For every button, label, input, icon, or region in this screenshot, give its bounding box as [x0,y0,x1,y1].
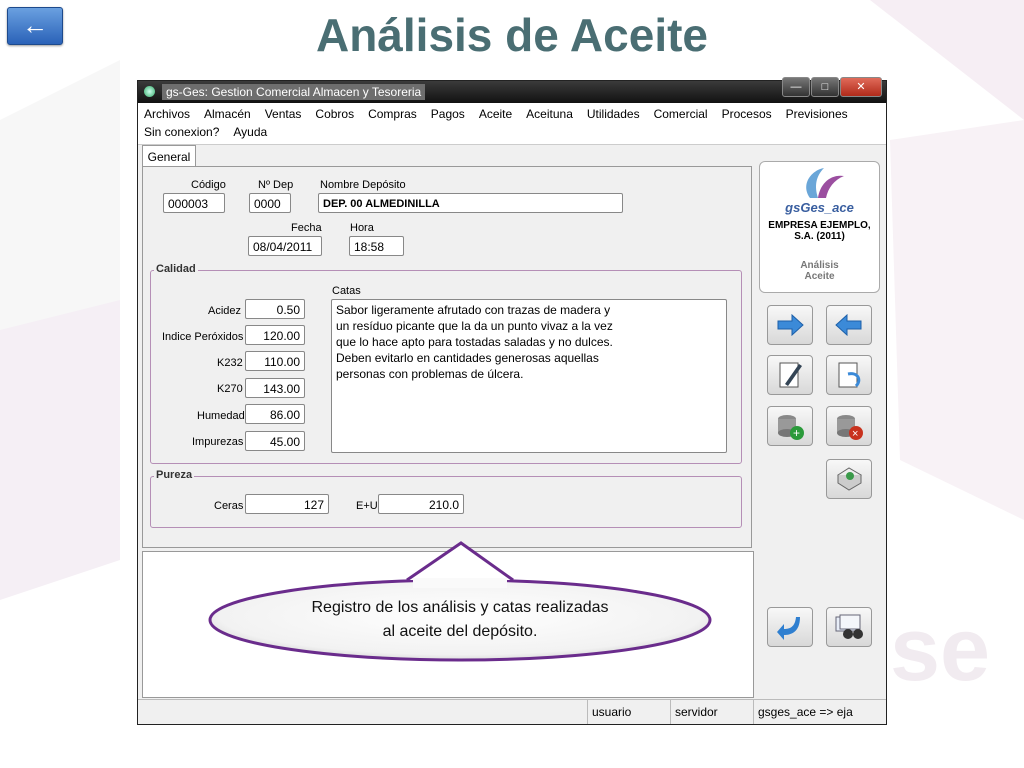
ceras-field[interactable]: 127 [245,494,329,514]
add-record-button[interactable]: + [767,406,813,446]
codigo-label: Código [191,179,226,191]
eu-field[interactable]: 210.0 [378,494,464,514]
return-icon [777,617,800,640]
print-icon [837,467,862,491]
catas-label: Catas [332,285,361,297]
slide-title: Análisis de Aceite [315,9,708,61]
pureza-group: Pureza Ceras 127 E+U 210.0 [150,469,742,528]
delete-record-icon: × [837,415,863,440]
menu-item-ventas[interactable]: Ventas [265,105,302,123]
k232-label: K232 [217,357,243,369]
app-icon [144,86,155,97]
menu-item-archivos[interactable]: Archivos [144,105,190,123]
tab-general[interactable]: General [142,145,196,168]
svg-text:×: × [852,428,858,440]
menu-item-pagos[interactable]: Pagos [431,105,465,123]
status-servidor: servidor [670,700,751,724]
menu-item-aceituna[interactable]: Aceituna [526,105,573,123]
svg-text:se: se [890,600,990,700]
catas-textarea[interactable]: Sabor ligeramente afrutado con trazas de… [331,299,727,453]
svg-text:+: + [793,426,800,440]
nombre-label: Nombre Depósito [320,179,406,191]
undo-edit-button[interactable] [826,355,872,395]
acidez-label: Acidez [208,305,242,317]
print-button[interactable] [826,459,872,499]
menu-item-sin-conexion[interactable]: Sin conexion? [144,123,219,141]
delete-record-button[interactable]: × [826,406,872,446]
hora-field[interactable]: 18:58 [349,236,404,256]
menu-bar: Archivos Almacén Ventas Cobros Compras Pagos A… [138,103,886,145]
previous-record-button[interactable] [826,305,872,345]
k270-field[interactable]: 143.00 [245,378,305,398]
pureza-title: Pureza [154,469,195,481]
window-titlebar: gs-Ges: Gestion Comercial Almacen y Teso… [138,77,886,103]
callout-pointer [406,541,514,588]
peroxidos-label: Indice Peróxidos [162,331,244,343]
backward-arrow-icon [835,314,862,336]
minimize-button[interactable]: — [782,77,810,97]
acidez-field[interactable]: 0.50 [245,299,305,319]
peroxidos-field[interactable]: 120.00 [245,325,305,345]
menu-item-cobros[interactable]: Cobros [315,105,354,123]
k270-label: K270 [217,383,243,395]
general-panel: Código 000003 Nº Dep 0000 Nombre Depósit… [142,166,752,548]
menu-item-almac-n[interactable]: Almacén [204,105,251,123]
ndep-field[interactable]: 0000 [249,193,291,213]
menu-item-compras[interactable]: Compras [368,105,417,123]
fecha-field[interactable]: 08/04/2011 [248,236,322,256]
menu-item-aceite[interactable]: Aceite [479,105,512,123]
nombre-field[interactable]: DEP. 00 ALMEDINILLA [318,193,623,213]
gsges-logo-icon [806,168,844,198]
return-button[interactable] [767,607,813,647]
undo-document-icon [838,362,861,388]
impurezas-field[interactable]: 45.00 [245,431,305,451]
next-record-button[interactable] [767,305,813,345]
humedad-label: Humedad [197,410,245,422]
menu-row-1: Archivos Almacén Ventas Cobros Compras Pagos A… [144,105,880,123]
status-usuario: usuario [587,700,668,724]
forward-arrow-icon [777,314,804,336]
add-record-icon: + [778,415,804,440]
impurezas-label: Impurezas [192,436,244,448]
menu-item-utilidades[interactable]: Utilidades [587,105,640,123]
calidad-title: Calidad [154,263,198,275]
k232-field[interactable]: 110.00 [245,351,305,371]
edit-document-icon [779,362,802,388]
eu-label: E+U [356,500,378,512]
humedad-field[interactable]: 86.00 [245,404,305,424]
callout-text: Registro de los análisis y catas realiza… [311,599,609,640]
status-info: gsges_ace => eja [753,700,876,724]
menu-item-previsiones[interactable]: Previsiones [786,105,848,123]
fecha-label: Fecha [291,222,322,234]
search-binoculars-icon [835,614,863,639]
logo-company: EMPRESA EJEMPLO, S.A. (2011) [768,220,871,242]
codigo-field[interactable]: 000003 [163,193,225,213]
logo-subtitle: Análisis Aceite [800,260,839,282]
window-title: gs-Ges: Gestion Comercial Almacen y Teso… [162,84,426,100]
calidad-group: Calidad Acidez 0.50 Indice Peróxidos 120… [150,263,742,464]
status-bar: usuario servidor gsges_ace => eja [138,699,886,724]
hora-label: Hora [350,222,374,234]
menu-item-procesos[interactable]: Procesos [722,105,772,123]
maximize-button[interactable]: □ [811,77,839,97]
close-button[interactable]: ✕ [840,77,882,97]
menu-item-ayuda[interactable]: Ayuda [233,123,267,141]
ndep-label: Nº Dep [258,179,294,191]
company-logo-box: gsGes_ace EMPRESA EJEMPLO, S.A. (2011) A… [759,161,880,293]
menu-item-comercial[interactable]: Comercial [654,105,708,123]
menu-row-2: Sin conexion? Ayuda [144,123,880,141]
edit-button[interactable] [767,355,813,395]
logo-name: gsGes_ace [785,200,854,215]
ceras-label: Ceras [214,500,244,512]
search-button[interactable] [826,607,872,647]
